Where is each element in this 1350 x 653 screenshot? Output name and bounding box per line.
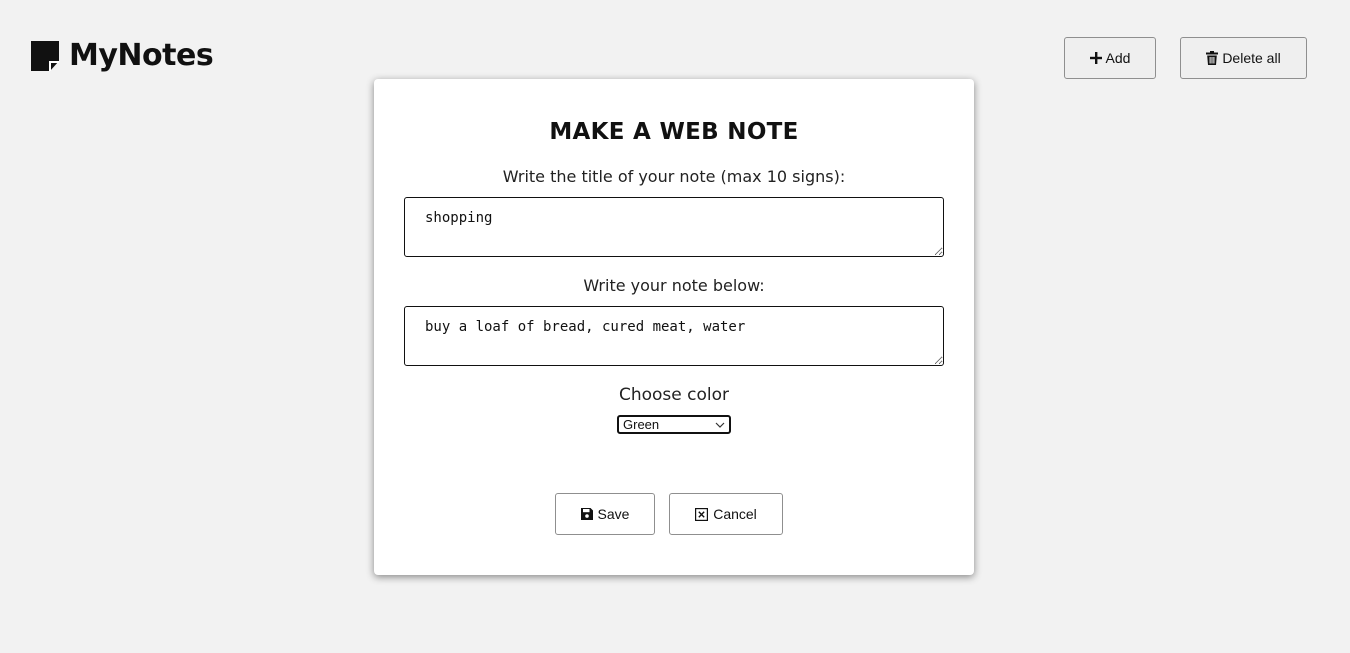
color-label: Choose color (618, 385, 730, 405)
modal-title: MAKE A WEB NOTE (549, 119, 799, 145)
save-button[interactable]: Save (555, 493, 655, 535)
trash-icon (1206, 51, 1219, 65)
add-button[interactable]: Add (1064, 37, 1156, 79)
cancel-button-label: Cancel (713, 506, 757, 522)
note-title-input[interactable]: shopping (404, 197, 944, 257)
chevron-down-icon (715, 422, 725, 428)
delete-all-button[interactable]: Delete all (1180, 37, 1307, 79)
sticky-note-icon (31, 40, 59, 71)
delete-all-button-label: Delete all (1222, 50, 1281, 66)
app-title: MyNotes (69, 38, 214, 73)
close-square-icon (695, 507, 709, 521)
app-brand: MyNotes (31, 38, 214, 73)
plus-icon (1089, 52, 1102, 64)
color-select[interactable]: Green (617, 415, 731, 434)
note-title-label: Write the title of your note (max 10 sig… (502, 167, 846, 186)
note-body-input[interactable]: buy a loaf of bread, cured meat, water (404, 306, 944, 366)
save-button-label: Save (597, 506, 630, 522)
add-button-label: Add (1105, 50, 1131, 66)
cancel-button[interactable]: Cancel (669, 493, 783, 535)
note-body-label: Write your note below: (583, 276, 765, 295)
note-modal: MAKE A WEB NOTE Write the title of your … (374, 79, 974, 575)
floppy-disk-icon (580, 508, 593, 520)
color-select-value: Green (623, 417, 660, 432)
